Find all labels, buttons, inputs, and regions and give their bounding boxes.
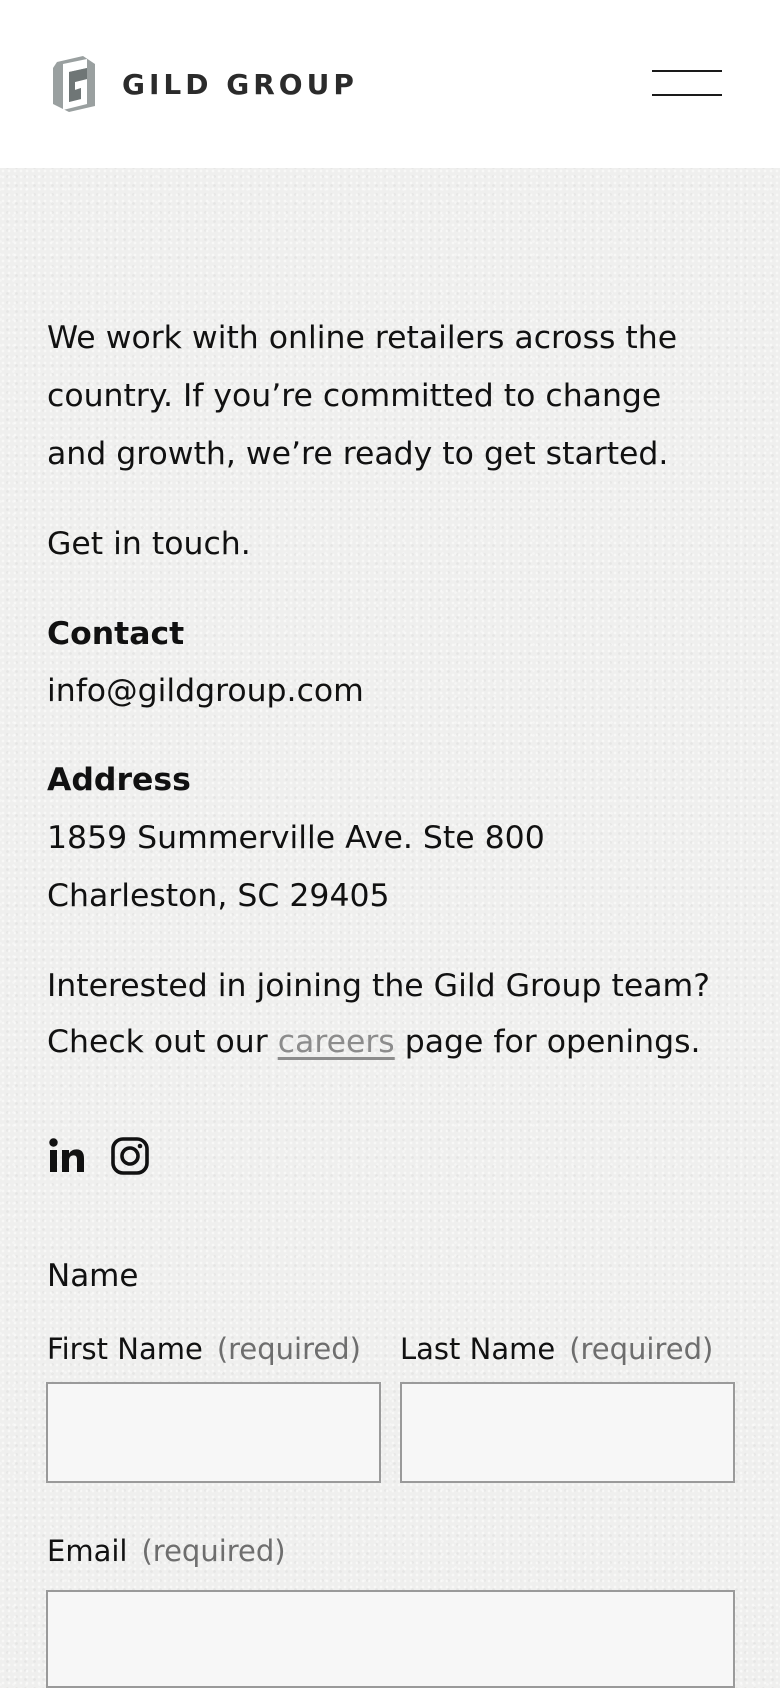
email-label: Email (required) bbox=[47, 1531, 286, 1571]
email-label-text: Email bbox=[47, 1534, 128, 1568]
site-header: GILD GROUP bbox=[0, 0, 780, 168]
menu-line-top bbox=[652, 70, 722, 72]
intro-line-1: We work with online retailers across the bbox=[47, 320, 678, 356]
hamburger-menu-icon[interactable] bbox=[652, 70, 722, 96]
address-line-2: Charleston, SC 29405 bbox=[47, 878, 390, 914]
intro-line-3: and growth, we’re ready to get started. bbox=[47, 436, 669, 472]
last-name-required: (required) bbox=[569, 1332, 714, 1366]
email-required: (required) bbox=[141, 1534, 286, 1568]
careers-line-2: Check out our careers page for openings. bbox=[47, 1013, 701, 1071]
first-name-label-text: First Name bbox=[47, 1332, 203, 1366]
first-name-input[interactable] bbox=[46, 1382, 381, 1483]
address-line-1: 1859 Summerville Ave. Ste 800 bbox=[47, 820, 545, 856]
linkedin-glyph bbox=[49, 1138, 84, 1172]
name-group-label: Name bbox=[47, 1258, 139, 1294]
instagram-icon[interactable] bbox=[110, 1136, 154, 1180]
careers-text-before: Check out our bbox=[47, 1024, 278, 1060]
careers-link[interactable]: careers bbox=[278, 1024, 395, 1060]
instagram-glyph bbox=[111, 1137, 149, 1175]
contact-heading: Contact bbox=[47, 616, 185, 652]
get-in-touch-text: Get in touch. bbox=[47, 526, 251, 562]
linkedin-icon[interactable] bbox=[47, 1136, 91, 1180]
last-name-label-text: Last Name bbox=[400, 1332, 556, 1366]
gild-group-logo-icon bbox=[53, 56, 95, 112]
careers-text-after: page for openings. bbox=[394, 1024, 701, 1060]
careers-line-1: Interested in joining the Gild Group tea… bbox=[47, 968, 710, 1004]
contact-email[interactable]: info@gildgroup.com bbox=[47, 662, 364, 720]
brand-name: GILD GROUP bbox=[122, 67, 358, 101]
site-logo[interactable]: GILD GROUP bbox=[47, 54, 358, 114]
last-name-input[interactable] bbox=[400, 1382, 735, 1483]
last-name-label: Last Name (required) bbox=[400, 1329, 713, 1369]
first-name-required: (required) bbox=[216, 1332, 361, 1366]
address-heading: Address bbox=[47, 762, 191, 798]
intro-line-2: country. If you’re committed to change bbox=[47, 378, 662, 414]
email-input[interactable] bbox=[46, 1590, 735, 1688]
menu-line-bottom bbox=[652, 94, 722, 96]
first-name-label: First Name (required) bbox=[47, 1329, 361, 1369]
